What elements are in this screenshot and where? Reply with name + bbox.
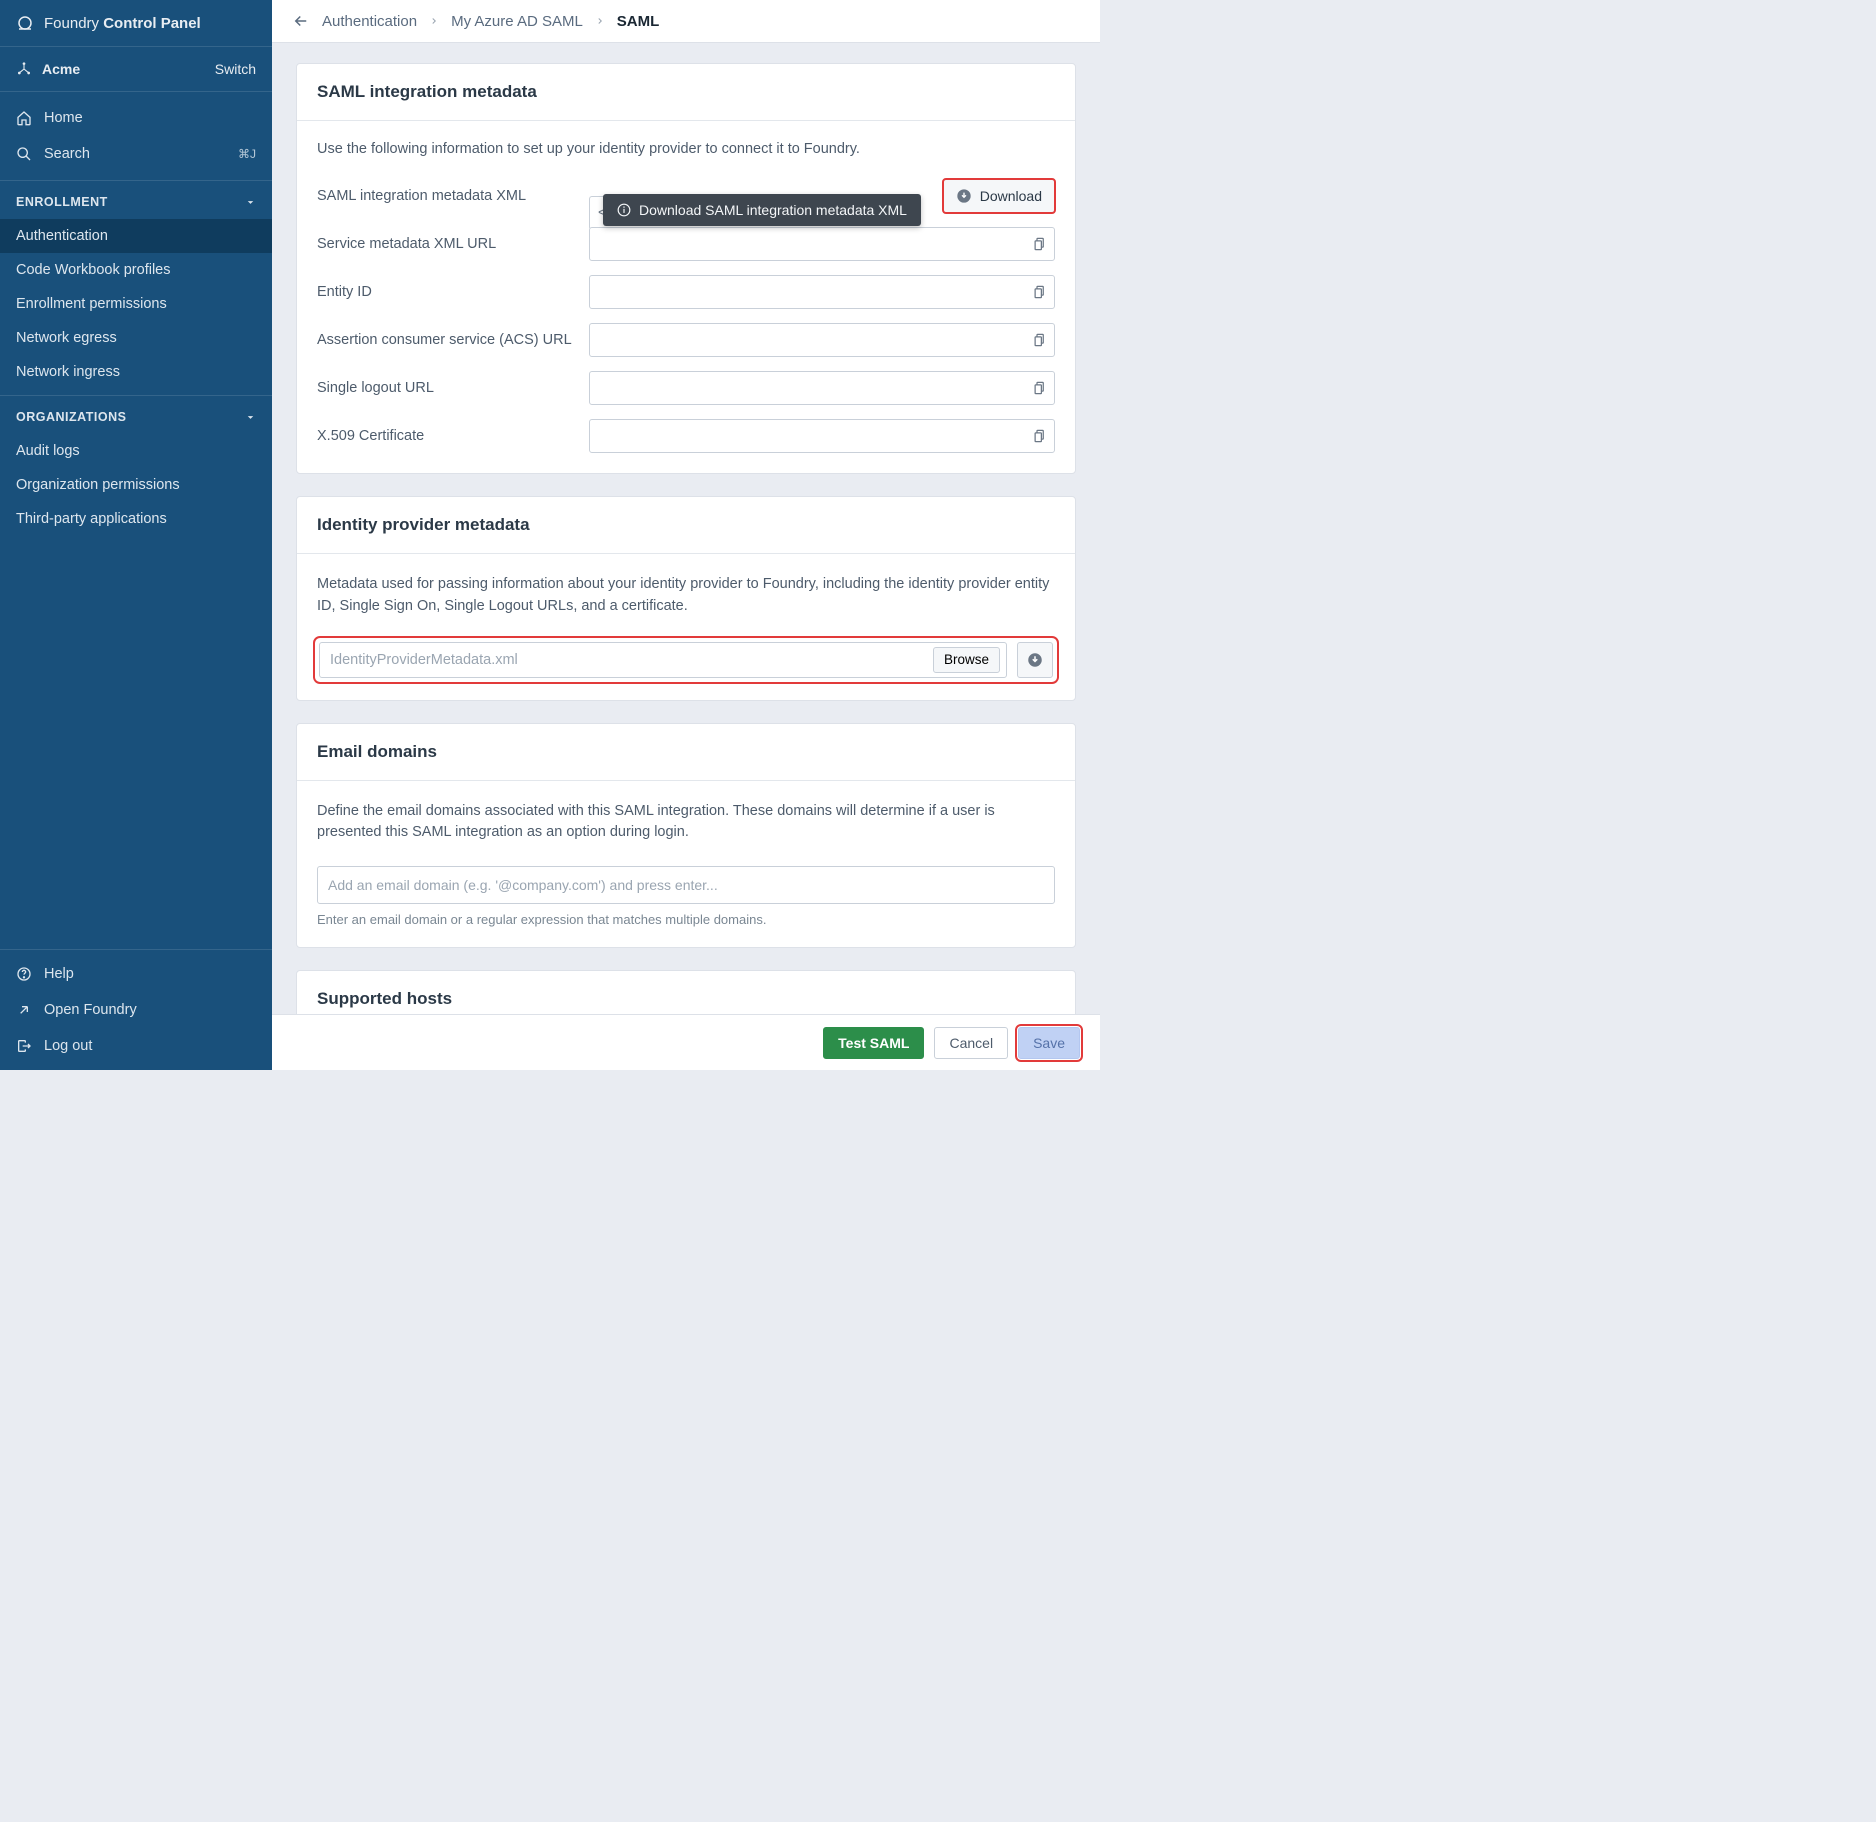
card-email-desc: Define the email domains associated with… (317, 801, 1055, 845)
download-xml-button[interactable]: Download (943, 179, 1055, 213)
chevron-down-icon (245, 412, 256, 423)
card-email-title: Email domains (297, 724, 1075, 781)
section-enrollment-title: Enrollment (16, 195, 108, 209)
input-service-url[interactable] (589, 227, 1055, 261)
back-arrow-icon[interactable] (292, 12, 310, 30)
card-idp-desc: Metadata used for passing information ab… (317, 574, 1055, 618)
search-shortcut: ⌘J (238, 147, 256, 161)
card-hosts-title: Supported hosts (297, 971, 1075, 1014)
nav-logout-label: Log out (44, 1038, 92, 1054)
label-cert: X.509 Certificate (317, 428, 573, 444)
section-organizations-title: Organizations (16, 410, 126, 424)
copy-icon[interactable] (1032, 381, 1047, 396)
section-organizations-header[interactable]: Organizations (0, 396, 272, 434)
brand-logo-icon (16, 14, 34, 32)
input-acs-url[interactable] (589, 323, 1055, 357)
nav-help[interactable]: Help (0, 956, 272, 992)
crumb-current: SAML (617, 13, 660, 30)
cancel-button[interactable]: Cancel (934, 1027, 1008, 1059)
download-tooltip: Download SAML integration metadata XML (603, 194, 921, 226)
topbar: Authentication My Azure AD SAML SAML (272, 0, 1100, 43)
chevron-right-icon (595, 16, 605, 26)
copy-icon[interactable] (1032, 429, 1047, 444)
download-idp-button[interactable] (1017, 642, 1053, 678)
nav-help-label: Help (44, 966, 74, 982)
copy-icon[interactable] (1032, 333, 1047, 348)
logout-icon (16, 1038, 32, 1054)
search-icon (16, 146, 32, 162)
card-idp-metadata: Identity provider metadata Metadata used… (296, 496, 1076, 701)
nav-network-egress[interactable]: Network egress (0, 321, 272, 355)
info-icon (617, 203, 631, 217)
email-domain-hint: Enter an email domain or a regular expre… (317, 912, 1055, 927)
download-xml-label: Download (980, 188, 1042, 204)
nav-audit-logs[interactable]: Audit logs (0, 434, 272, 468)
label-service-url: Service metadata XML URL (317, 236, 573, 252)
card-saml-metadata-desc: Use the following information to set up … (317, 141, 1055, 157)
org-name: Acme (42, 61, 80, 77)
nav-home[interactable]: Home (0, 100, 272, 136)
copy-icon[interactable] (1032, 285, 1047, 300)
input-cert[interactable] (589, 419, 1055, 453)
external-link-icon (16, 1002, 32, 1018)
crumb-provider[interactable]: My Azure AD SAML (451, 13, 583, 30)
org-switch-link[interactable]: Switch (215, 61, 256, 77)
nav-org-permissions[interactable]: Organization permissions (0, 468, 272, 502)
section-enrollment-header[interactable]: Enrollment (0, 181, 272, 219)
org-switcher[interactable]: Acme Switch (0, 47, 272, 92)
download-icon (956, 188, 972, 204)
breadcrumb: Authentication My Azure AD SAML SAML (322, 13, 659, 30)
test-saml-button[interactable]: Test SAML (823, 1027, 924, 1059)
nav-home-label: Home (44, 110, 83, 126)
crumb-authentication[interactable]: Authentication (322, 13, 417, 30)
label-slo-url: Single logout URL (317, 380, 573, 396)
nav-authentication[interactable]: Authentication (0, 219, 272, 253)
label-acs-url: Assertion consumer service (ACS) URL (317, 332, 573, 348)
nav-logout[interactable]: Log out (0, 1028, 272, 1064)
brand-title: Foundry Control Panel (44, 15, 201, 32)
nav-open-foundry[interactable]: Open Foundry (0, 992, 272, 1028)
chevron-right-icon (429, 16, 439, 26)
nav-third-party[interactable]: Third-party applications (0, 502, 272, 536)
nav-enrollment-permissions[interactable]: Enrollment permissions (0, 287, 272, 321)
save-button[interactable]: Save (1018, 1027, 1080, 1059)
download-icon (1026, 651, 1044, 669)
label-xml: SAML integration metadata XML (317, 188, 573, 204)
help-icon (16, 966, 32, 982)
nav-network-ingress[interactable]: Network ingress (0, 355, 272, 389)
footer-bar: Test SAML Cancel Save (272, 1014, 1100, 1070)
copy-icon[interactable] (1032, 237, 1047, 252)
brand-header: Foundry Control Panel (0, 0, 272, 47)
card-supported-hosts: Supported hosts (296, 970, 1076, 1014)
email-domain-input[interactable] (317, 866, 1055, 904)
nav-code-workbook[interactable]: Code Workbook profiles (0, 253, 272, 287)
chevron-down-icon (245, 197, 256, 208)
card-idp-title: Identity provider metadata (297, 497, 1075, 554)
idp-file-input[interactable]: IdentityProviderMetadata.xml Browse (319, 642, 1007, 678)
card-email-domains: Email domains Define the email domains a… (296, 723, 1076, 949)
label-entity-id: Entity ID (317, 284, 573, 300)
browse-button[interactable]: Browse (933, 647, 1000, 673)
input-slo-url[interactable] (589, 371, 1055, 405)
home-icon (16, 110, 32, 126)
org-icon (16, 61, 32, 77)
nav-search[interactable]: Search ⌘J (0, 136, 272, 172)
nav-search-label: Search (44, 146, 90, 162)
card-saml-metadata: SAML integration metadata Use the follow… (296, 63, 1076, 474)
card-saml-metadata-title: SAML integration metadata (297, 64, 1075, 121)
nav-open-foundry-label: Open Foundry (44, 1002, 137, 1018)
input-entity-id[interactable] (589, 275, 1055, 309)
idp-file-placeholder: IdentityProviderMetadata.xml (330, 652, 933, 668)
